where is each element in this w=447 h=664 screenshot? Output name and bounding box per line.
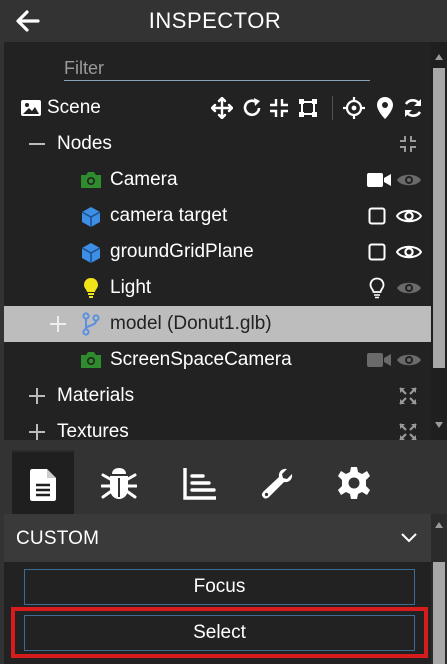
cube-icon [81, 243, 101, 263]
nodes-label: Nodes [57, 133, 112, 154]
settings-tab[interactable] [320, 450, 382, 514]
materials-label: Materials [57, 385, 135, 406]
textures-label: Textures [57, 421, 129, 440]
expand-all-icon[interactable] [399, 387, 417, 405]
eye-icon[interactable] [396, 243, 422, 261]
scene-label: Scene [47, 97, 101, 118]
tree-node-ground-grid-plane[interactable]: groundGridPlane [4, 234, 431, 270]
camera-icon [81, 172, 101, 188]
node-label: Light [110, 277, 152, 298]
properties-scrollbar[interactable] [431, 514, 447, 664]
checkbox-icon[interactable] [368, 207, 386, 225]
crosshair-icon[interactable] [343, 97, 365, 119]
cube-icon [81, 207, 101, 227]
scroll-thumb[interactable] [433, 562, 445, 664]
move-icon[interactable] [211, 97, 233, 119]
scale-icon[interactable] [269, 98, 289, 118]
custom-section-header[interactable]: CUSTOM [4, 514, 431, 562]
scroll-down-arrow-icon[interactable] [435, 422, 443, 428]
video-icon[interactable] [366, 171, 392, 189]
bounding-box-icon[interactable] [298, 98, 318, 118]
tree-node-camera[interactable]: Camera [4, 162, 431, 198]
eye-icon[interactable] [396, 279, 422, 297]
marker-icon[interactable] [376, 96, 394, 120]
tree-node-screen-space-camera[interactable]: ScreenSpaceCamera [4, 342, 431, 378]
inspector-tabs [0, 440, 447, 514]
properties-tab[interactable] [12, 450, 74, 514]
refresh-icon[interactable] [402, 97, 424, 119]
tree-scrollbar[interactable] [431, 42, 447, 440]
file-icon [30, 469, 56, 501]
statistics-tab[interactable] [166, 450, 228, 514]
eye-icon[interactable] [396, 351, 422, 369]
highlight-box [11, 607, 428, 658]
rotate-icon[interactable] [241, 97, 263, 119]
focus-button[interactable]: Focus [24, 569, 415, 605]
chart-icon [183, 468, 216, 500]
toolbar-divider [332, 96, 333, 120]
checkbox-icon[interactable] [368, 243, 386, 261]
node-label: groundGridPlane [110, 241, 254, 262]
scroll-up-arrow-icon[interactable] [435, 54, 443, 60]
node-label: camera target [110, 205, 228, 226]
tree-node-light[interactable]: Light [4, 270, 431, 306]
expand-icon[interactable] [28, 423, 46, 440]
collapse-icon[interactable] [28, 135, 46, 153]
inspector-header: INSPECTOR [0, 0, 447, 42]
scroll-up-arrow-icon[interactable] [435, 522, 443, 528]
image-icon [21, 100, 41, 116]
scene-row[interactable]: Scene [4, 90, 431, 126]
camera-icon [81, 352, 101, 368]
eye-icon[interactable] [396, 207, 422, 225]
node-label: Camera [110, 169, 178, 190]
materials-group-row[interactable]: Materials [4, 378, 431, 414]
scroll-thumb[interactable] [433, 68, 445, 368]
section-title: CUSTOM [16, 528, 100, 549]
expand-icon[interactable] [49, 315, 67, 333]
bug-icon [101, 468, 137, 499]
lightbulb-icon [84, 278, 98, 298]
filter-field-wrapper [64, 57, 370, 81]
chevron-down-icon[interactable] [400, 532, 418, 544]
eye-icon[interactable] [396, 171, 422, 189]
page-title: INSPECTOR [148, 8, 282, 33]
lightbulb-outline-icon[interactable] [369, 277, 385, 299]
wrench-icon [261, 468, 293, 499]
tree-node-camera-target[interactable]: camera target [4, 198, 431, 234]
gear-icon [338, 467, 370, 499]
textures-group-row[interactable]: Textures [4, 414, 431, 440]
video-icon[interactable] [366, 351, 392, 369]
expand-icon[interactable] [28, 387, 46, 405]
expand-all-icon[interactable] [399, 423, 417, 440]
scene-explorer-panel: Scene [4, 42, 431, 440]
filter-input[interactable] [64, 57, 370, 79]
branch-icon [82, 312, 100, 336]
tree-node-model[interactable]: model (Donut1.glb) [4, 306, 431, 342]
tools-tab[interactable] [244, 450, 306, 514]
node-label: model (Donut1.glb) [110, 313, 272, 334]
collapse-all-icon[interactable] [399, 135, 417, 153]
node-label: ScreenSpaceCamera [110, 349, 292, 370]
debug-tab[interactable] [88, 450, 150, 514]
nodes-group-row[interactable]: Nodes [4, 126, 431, 162]
